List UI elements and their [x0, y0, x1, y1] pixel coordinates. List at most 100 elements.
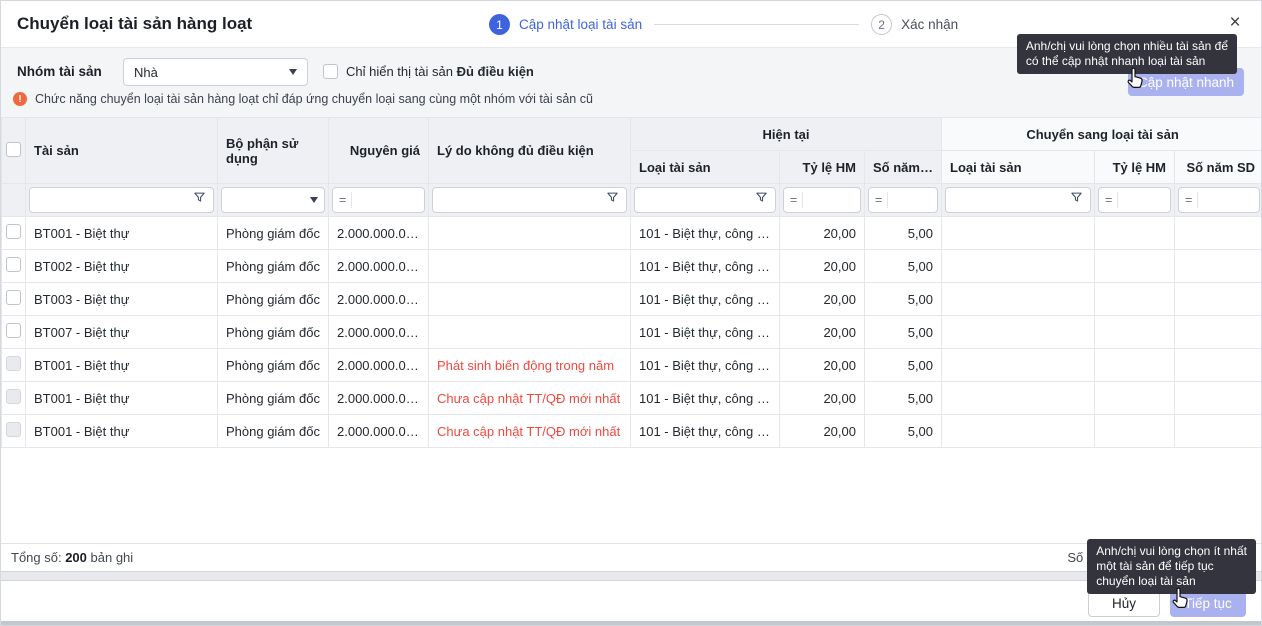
cell-asset: BT001 - Biệt thự: [26, 382, 218, 415]
cell-new-years[interactable]: [1175, 316, 1262, 349]
filter-department-input[interactable]: [228, 188, 306, 212]
col-header-new-rate[interactable]: Tỷ lệ HM: [1095, 151, 1175, 184]
cell-new-years: [1175, 415, 1262, 448]
cell-department: Phòng giám đốc: [218, 382, 329, 415]
page-title: Chuyển loại tài sản hàng loạt: [17, 14, 252, 34]
filter-funnel-icon[interactable]: [605, 190, 620, 210]
cell-new-type[interactable]: [942, 217, 1095, 250]
only-eligible-option: Chỉ hiển thị tài sản Đủ điều kiện: [323, 64, 534, 79]
row-checkbox[interactable]: [6, 290, 21, 305]
filter-current-type-input[interactable]: [641, 188, 750, 212]
cell-new-years[interactable]: [1175, 217, 1262, 250]
asset-group-select[interactable]: Nhà: [123, 58, 308, 86]
continue-tooltip: Anh/chị vui lòng chọn ít nhất một tài sả…: [1087, 539, 1256, 594]
filter-new-years-input[interactable]: [1202, 188, 1253, 212]
filter-new-type-input[interactable]: [952, 188, 1065, 212]
select-all-checkbox[interactable]: [6, 142, 21, 157]
horizontal-scrollbar[interactable]: [1, 571, 1261, 581]
table-row: BT001 - Biệt thự Phòng giám đốc 2.000.00…: [2, 349, 1262, 382]
col-header-department[interactable]: Bộ phận sử dụng: [218, 118, 329, 184]
cell-department: Phòng giám đốc: [218, 415, 329, 448]
col-header-cost[interactable]: Nguyên giá: [329, 118, 429, 184]
col-header-current-rate[interactable]: Tỷ lệ HM: [780, 151, 865, 184]
chevron-down-icon: [289, 69, 297, 75]
equals-operator[interactable]: =: [1185, 192, 1198, 208]
table-row: BT001 - Biệt thự Phòng giám đốc 2.000.00…: [2, 382, 1262, 415]
info-message: ! Chức năng chuyển loại tài sản hàng loạ…: [13, 92, 593, 106]
filter-row: = = = = =: [2, 184, 1262, 217]
cell-new-type[interactable]: [942, 283, 1095, 316]
row-checkbox-disabled: [6, 356, 21, 371]
cell-cost: 2.000.000.000: [329, 415, 429, 448]
filter-funnel-icon[interactable]: [192, 190, 207, 210]
table-footer: Tổng số: 200 bản ghi Số dòng/trang: [1, 543, 1261, 571]
table-row: BT007 - Biệt thự Phòng giám đốc 2.000.00…: [2, 316, 1262, 349]
filter-reason-input[interactable]: [439, 188, 601, 212]
cell-reason: [429, 217, 631, 250]
cell-new-years[interactable]: [1175, 250, 1262, 283]
cell-asset: BT007 - Biệt thự: [26, 316, 218, 349]
close-icon[interactable]: ×: [1223, 11, 1247, 35]
equals-operator[interactable]: =: [1105, 192, 1118, 208]
step-2-circle: 2: [871, 14, 892, 35]
row-checkbox[interactable]: [6, 257, 21, 272]
cell-current-rate: 20,00: [780, 283, 865, 316]
filter-cost-input[interactable]: [356, 188, 418, 212]
cell-current-years: 5,00: [865, 316, 942, 349]
filter-current-years-input[interactable]: [892, 188, 931, 212]
col-header-current-years[interactable]: Số năm SD: [865, 151, 942, 184]
cell-cost: 2.000.000.000: [329, 283, 429, 316]
cell-new-type[interactable]: [942, 250, 1095, 283]
cell-current-type: 101 - Biệt thự, công tr...: [631, 217, 780, 250]
equals-operator[interactable]: =: [339, 192, 352, 208]
stepper: 1 Cập nhật loại tài sản 2 Xác nhận: [489, 1, 958, 48]
col-header-new-years[interactable]: Số năm SD: [1175, 151, 1262, 184]
cell-new-years[interactable]: [1175, 283, 1262, 316]
col-header-reason[interactable]: Lý do không đủ điều kiện: [429, 118, 631, 184]
cell-new-rate[interactable]: [1095, 316, 1175, 349]
step-1-label: Cập nhật loại tài sản: [519, 17, 642, 32]
filter-current-rate-input[interactable]: [807, 188, 854, 212]
cell-current-years: 5,00: [865, 415, 942, 448]
row-checkbox-disabled: [6, 422, 21, 437]
filter-funnel-icon[interactable]: [754, 190, 769, 210]
cell-current-rate: 20,00: [780, 382, 865, 415]
cell-current-type: 101 - Biệt thự, công tr...: [631, 283, 780, 316]
cell-new-type: [942, 382, 1095, 415]
cell-new-rate: [1095, 415, 1175, 448]
step-1: 1 Cập nhật loại tài sản: [489, 14, 642, 35]
table-row: BT002 - Biệt thự Phòng giám đốc 2.000.00…: [2, 250, 1262, 283]
row-checkbox[interactable]: [6, 224, 21, 239]
cell-current-type: 101 - Biệt thự, công tr...: [631, 382, 780, 415]
filter-funnel-icon[interactable]: [1069, 190, 1084, 210]
cell-current-years: 5,00: [865, 349, 942, 382]
chevron-down-icon[interactable]: [310, 197, 318, 203]
step-1-circle: 1: [489, 14, 510, 35]
table-row: BT001 - Biệt thự Phòng giám đốc 2.000.00…: [2, 217, 1262, 250]
equals-operator[interactable]: =: [790, 192, 803, 208]
filter-asset-input[interactable]: [36, 188, 188, 212]
filter-new-rate-input[interactable]: [1122, 188, 1164, 212]
cell-cost: 2.000.000.000: [329, 349, 429, 382]
cell-new-rate[interactable]: [1095, 283, 1175, 316]
table-row: BT001 - Biệt thự Phòng giám đốc 2.000.00…: [2, 415, 1262, 448]
cell-department: Phòng giám đốc: [218, 349, 329, 382]
cell-reason: Chưa cập nhật TT/QĐ mới nhất: [429, 415, 631, 448]
cell-current-type: 101 - Biệt thự, công tr...: [631, 316, 780, 349]
cell-new-rate[interactable]: [1095, 217, 1175, 250]
only-eligible-checkbox[interactable]: [323, 64, 338, 79]
equals-operator[interactable]: =: [875, 192, 888, 208]
cell-current-years: 5,00: [865, 382, 942, 415]
cell-new-type: [942, 415, 1095, 448]
cell-cost: 2.000.000.000: [329, 316, 429, 349]
row-checkbox[interactable]: [6, 323, 21, 338]
cell-new-type[interactable]: [942, 316, 1095, 349]
cell-new-rate[interactable]: [1095, 250, 1175, 283]
cell-current-rate: 20,00: [780, 250, 865, 283]
col-header-current-type[interactable]: Loại tài sản: [631, 151, 780, 184]
col-header-asset[interactable]: Tài sản: [26, 118, 218, 184]
asset-group-label: Nhóm tài sản: [17, 64, 102, 79]
row-checkbox-disabled: [6, 389, 21, 404]
col-header-new-type[interactable]: Loại tài sản: [942, 151, 1095, 184]
cell-current-type: 101 - Biệt thự, công tr...: [631, 250, 780, 283]
